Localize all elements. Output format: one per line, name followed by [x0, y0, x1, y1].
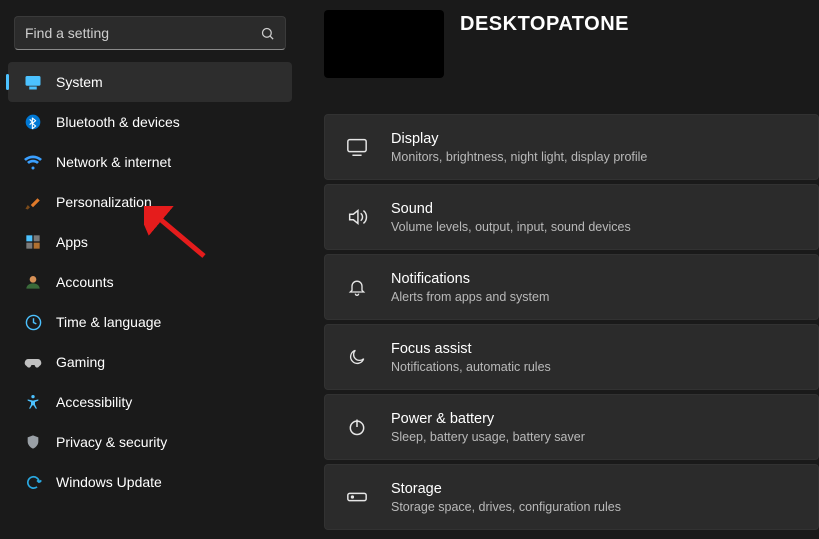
sidebar-item-privacy[interactable]: Privacy & security [8, 422, 292, 462]
monitor-icon [24, 73, 42, 91]
tile-focus-assist[interactable]: Focus assist Notifications, automatic ru… [324, 324, 819, 390]
sidebar-item-personalization[interactable]: Personalization [8, 182, 292, 222]
sidebar-item-bluetooth[interactable]: Bluetooth & devices [8, 102, 292, 142]
tile-notifications[interactable]: Notifications Alerts from apps and syste… [324, 254, 819, 320]
tile-subtitle: Monitors, brightness, night light, displ… [391, 149, 647, 165]
system-header: DESKTOPATONE [324, 10, 819, 78]
tile-subtitle: Notifications, automatic rules [391, 359, 551, 375]
nav-list: System Bluetooth & devices Network & int… [4, 62, 296, 502]
tile-title: Display [391, 130, 647, 148]
tile-title: Focus assist [391, 340, 551, 358]
sidebar-item-label: Gaming [56, 354, 105, 370]
sidebar-item-label: Accounts [56, 274, 114, 290]
tile-subtitle: Volume levels, output, input, sound devi… [391, 219, 631, 235]
tile-subtitle: Sleep, battery usage, battery saver [391, 429, 585, 445]
sidebar-item-label: Network & internet [56, 154, 171, 170]
apps-icon [24, 233, 42, 251]
search-field[interactable] [25, 25, 259, 41]
search-icon [259, 25, 275, 41]
tile-title: Sound [391, 200, 631, 218]
main-content: DESKTOPATONE Display Monitors, brightnes… [300, 0, 819, 539]
search-input[interactable] [14, 16, 286, 50]
sidebar-item-time-language[interactable]: Time & language [8, 302, 292, 342]
sidebar-item-system[interactable]: System [8, 62, 292, 102]
tile-power[interactable]: Power & battery Sleep, battery usage, ba… [324, 394, 819, 460]
tile-display[interactable]: Display Monitors, brightness, night ligh… [324, 114, 819, 180]
sidebar-item-apps[interactable]: Apps [8, 222, 292, 262]
sidebar-item-label: Time & language [56, 314, 161, 330]
desktop-thumbnail [324, 10, 444, 78]
sidebar-item-label: Bluetooth & devices [56, 114, 180, 130]
sidebar-item-label: Accessibility [56, 394, 132, 410]
accessibility-icon [24, 393, 42, 411]
shield-icon [24, 433, 42, 451]
paintbrush-icon [24, 193, 42, 211]
power-icon [345, 415, 369, 439]
device-name: DESKTOPATONE [460, 13, 629, 36]
moon-icon [345, 345, 369, 369]
storage-icon [345, 485, 369, 509]
tile-subtitle: Storage space, drives, configuration rul… [391, 499, 621, 515]
settings-tiles: Display Monitors, brightness, night ligh… [324, 114, 819, 530]
person-icon [24, 273, 42, 291]
sidebar-item-label: Apps [56, 234, 88, 250]
tile-title: Power & battery [391, 410, 585, 428]
display-icon [345, 135, 369, 159]
tile-subtitle: Alerts from apps and system [391, 289, 549, 305]
bluetooth-icon [24, 113, 42, 131]
bell-icon [345, 275, 369, 299]
sidebar-item-label: Privacy & security [56, 434, 167, 450]
tile-title: Notifications [391, 270, 549, 288]
gamepad-icon [24, 353, 42, 371]
wifi-icon [24, 153, 42, 171]
tile-sound[interactable]: Sound Volume levels, output, input, soun… [324, 184, 819, 250]
update-icon [24, 473, 42, 491]
globe-clock-icon [24, 313, 42, 331]
sidebar-item-gaming[interactable]: Gaming [8, 342, 292, 382]
sound-icon [345, 205, 369, 229]
sidebar-item-label: System [56, 74, 103, 90]
sidebar-item-network[interactable]: Network & internet [8, 142, 292, 182]
sidebar-item-label: Personalization [56, 194, 152, 210]
sidebar-item-accessibility[interactable]: Accessibility [8, 382, 292, 422]
tile-storage[interactable]: Storage Storage space, drives, configura… [324, 464, 819, 530]
sidebar-item-label: Windows Update [56, 474, 162, 490]
sidebar-item-windows-update[interactable]: Windows Update [8, 462, 292, 502]
sidebar: System Bluetooth & devices Network & int… [0, 0, 300, 539]
sidebar-item-accounts[interactable]: Accounts [8, 262, 292, 302]
tile-title: Storage [391, 480, 621, 498]
